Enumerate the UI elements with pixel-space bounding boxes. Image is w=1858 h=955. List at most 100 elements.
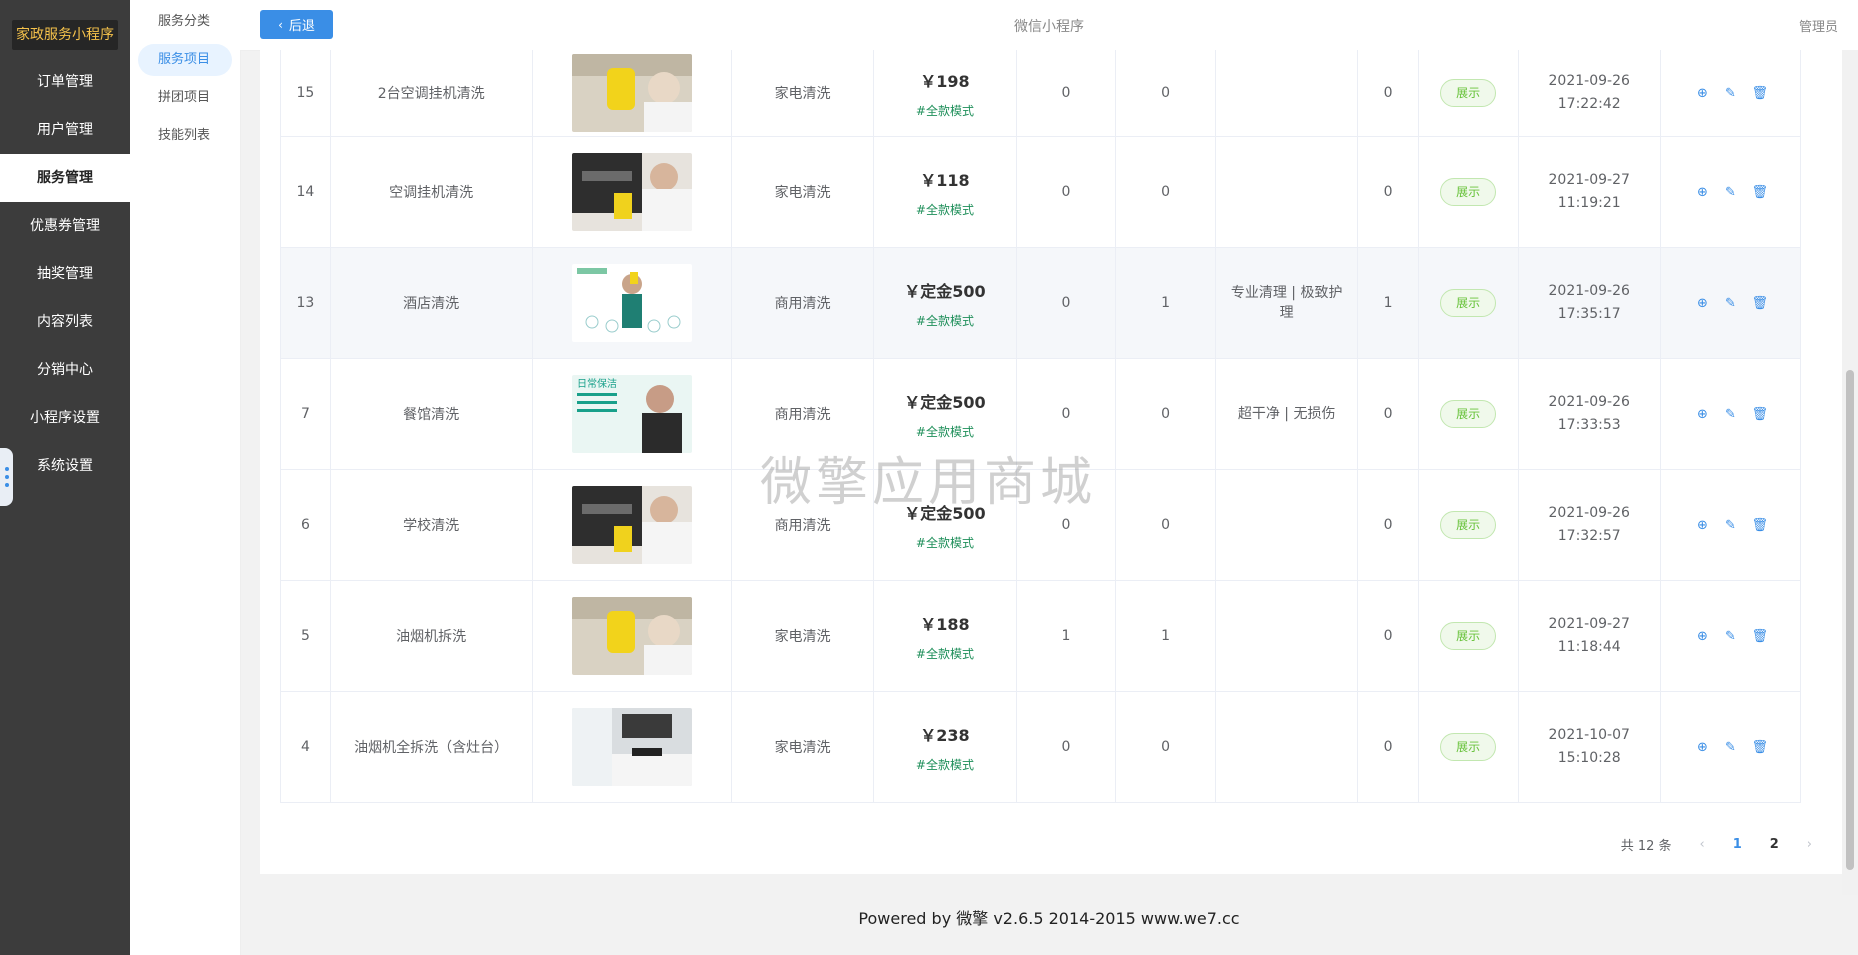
delete-icon[interactable]: 🗑 (1751, 518, 1768, 533)
subnav-item[interactable]: 服务分类 (138, 6, 232, 38)
edit-icon[interactable]: ✎ (1723, 740, 1737, 755)
add-icon[interactable]: ⊕ (1695, 185, 1709, 200)
cell-time: 2021-09-26 17:32:57 (1517, 469, 1661, 581)
add-icon[interactable]: ⊕ (1695, 629, 1709, 644)
cell-count-3: 0 (1357, 691, 1419, 803)
cell-category: 家电清洗 (730, 136, 875, 248)
cell-count-3: 0 (1357, 50, 1419, 137)
nav-item[interactable]: 内容列表 (0, 298, 130, 346)
prev-page-icon[interactable]: ‹ (1700, 837, 1705, 852)
admin-user[interactable]: 管理员 (1799, 16, 1838, 35)
cell-actions: ⊕ ✎ 🗑 (1659, 247, 1802, 359)
sidebar-handle[interactable] (0, 448, 13, 506)
next-page-icon[interactable]: › (1807, 837, 1812, 852)
edit-icon[interactable]: ✎ (1723, 518, 1737, 533)
cell-count-3: 0 (1357, 469, 1419, 581)
nav-item[interactable]: 分销中心 (0, 346, 130, 394)
cell-time: 2021-09-26 17:22:42 (1517, 50, 1661, 137)
cell-count-3: 0 (1357, 580, 1419, 692)
price: ￥118 (920, 170, 970, 190)
status-badge[interactable]: 展示 (1440, 289, 1497, 317)
nav-item[interactable]: 抽奖管理 (0, 250, 130, 298)
cell-time: 2021-10-07 15:10:28 (1517, 691, 1661, 803)
brand-logo[interactable]: 家政服务小程序 (12, 20, 118, 50)
scrollbar-thumb[interactable] (1846, 370, 1854, 870)
status-badge[interactable]: 展示 (1440, 733, 1497, 761)
cell-category: 商用清洗 (730, 247, 875, 359)
add-icon[interactable]: ⊕ (1695, 518, 1709, 533)
cell-time: 2021-09-26 17:35:17 (1517, 247, 1661, 359)
sub-sidebar: 服务分类服务项目拼团项目技能列表 (130, 0, 241, 955)
edit-icon[interactable]: ✎ (1723, 629, 1737, 644)
cell-count-2: 0 (1115, 469, 1216, 581)
main-sidebar: 家政服务小程序 订单管理 用户管理 服务管理 优惠券管理 抽奖管理 内容列表 分销中心 小程序… (0, 0, 130, 955)
cell-status: 展示 (1417, 469, 1519, 581)
nav-item[interactable]: 订单管理 (0, 58, 130, 106)
add-icon[interactable]: ⊕ (1695, 740, 1709, 755)
nav-item[interactable]: 小程序设置 (0, 394, 130, 442)
cell-feature (1214, 580, 1359, 692)
subnav-item[interactable]: 技能列表 (138, 120, 232, 152)
timestamp: 2021-10-07 15:10:28 (1548, 727, 1630, 766)
service-thumbnail (571, 486, 692, 564)
timestamp: 2021-09-27 11:19:21 (1548, 172, 1630, 211)
delete-icon[interactable]: 🗑 (1751, 407, 1768, 422)
delete-icon[interactable]: 🗑 (1751, 740, 1768, 755)
cell-name: 餐馆清洗 (329, 358, 533, 470)
timestamp: 2021-09-26 17:32:57 (1548, 505, 1630, 544)
edit-icon[interactable]: ✎ (1723, 296, 1737, 311)
cell-count-1: 0 (1015, 247, 1117, 359)
delete-icon[interactable]: 🗑 (1751, 629, 1768, 644)
cell-count-1: 0 (1015, 50, 1117, 137)
cell-actions: ⊕ ✎ 🗑 (1659, 136, 1802, 248)
edit-icon[interactable]: ✎ (1723, 185, 1737, 200)
table-row: 4 油烟机全拆洗（含灶台） 家电清洗 ￥238 #全款模式 0 0 0 展示 20… (280, 691, 1802, 803)
status-badge[interactable]: 展示 (1440, 178, 1497, 206)
nav-item[interactable]: 服务管理 (0, 154, 130, 202)
scrollbar[interactable] (1842, 50, 1858, 895)
cell-image (531, 469, 732, 581)
delete-icon[interactable]: 🗑 (1751, 296, 1768, 311)
feature-text: 专业清理 | 极致护理 (1230, 285, 1343, 321)
payment-mode: #全款模式 (915, 103, 974, 118)
status-badge[interactable]: 展示 (1440, 511, 1497, 539)
page-title: 微信小程序 (1014, 19, 1084, 35)
service-thumbnail (571, 153, 692, 231)
edit-icon[interactable]: ✎ (1723, 86, 1737, 101)
add-icon[interactable]: ⊕ (1695, 407, 1709, 422)
cell-feature (1214, 469, 1359, 581)
cell-image (531, 580, 732, 692)
nav-item[interactable]: 用户管理 (0, 106, 130, 154)
page-1[interactable]: 1 (1733, 837, 1742, 852)
status-badge[interactable]: 展示 (1440, 400, 1497, 428)
cell-count-2: 0 (1115, 358, 1216, 470)
payment-mode: #全款模式 (915, 757, 974, 772)
add-icon[interactable]: ⊕ (1695, 296, 1709, 311)
payment-mode: #全款模式 (915, 646, 974, 661)
status-badge[interactable]: 展示 (1440, 622, 1497, 650)
service-thumbnail (571, 54, 692, 132)
add-icon[interactable]: ⊕ (1695, 86, 1709, 101)
subnav-item[interactable]: 服务项目 (138, 44, 232, 76)
edit-icon[interactable]: ✎ (1723, 407, 1737, 422)
page-2[interactable]: 2 (1770, 837, 1779, 852)
cell-actions: ⊕ ✎ 🗑 (1659, 50, 1802, 137)
cell-count-3: 0 (1357, 358, 1419, 470)
cell-time: 2021-09-26 17:33:53 (1517, 358, 1661, 470)
table-row: 13 酒店清洗 商用清洗 ￥定金500 #全款模式 0 1 专业清理 | 极致护理… (280, 247, 1802, 359)
delete-icon[interactable]: 🗑 (1751, 86, 1768, 101)
cell-time: 2021-09-27 11:18:44 (1517, 580, 1661, 692)
nav-item[interactable]: 优惠券管理 (0, 202, 130, 250)
service-thumbnail (571, 597, 692, 675)
cell-count-2: 1 (1115, 580, 1216, 692)
status-badge[interactable]: 展示 (1440, 79, 1497, 107)
subnav-item[interactable]: 拼团项目 (138, 82, 232, 114)
delete-icon[interactable]: 🗑 (1751, 185, 1768, 200)
cell-count-2: 1 (1115, 247, 1216, 359)
payment-mode: #全款模式 (915, 202, 974, 217)
footer: Powered by 微擎 v2.6.5 2014-2015 www.we7.c… (858, 909, 1240, 928)
feature-text: 超干净 | 无损伤 (1237, 406, 1336, 422)
payment-mode: #全款模式 (915, 535, 974, 550)
price: ￥定金500 (904, 392, 986, 412)
nav-item[interactable]: 系统设置 (0, 442, 130, 490)
